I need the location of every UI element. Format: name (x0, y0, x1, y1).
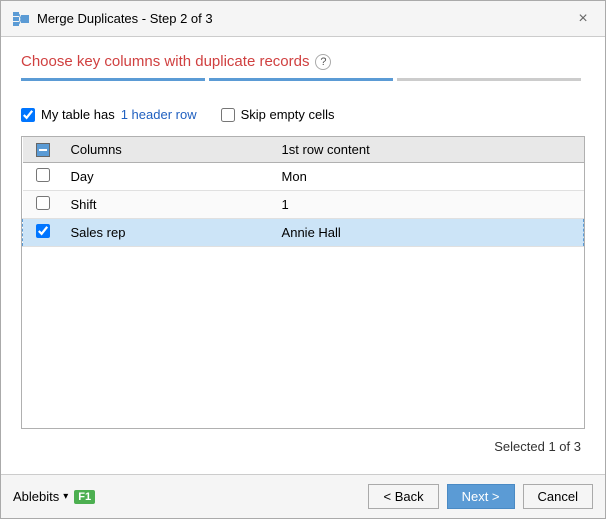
title-bar-left: Merge Duplicates - Step 2 of 3 (13, 11, 213, 27)
row-shift-checkbox[interactable] (36, 196, 50, 210)
table-header-checkbox-cell (23, 137, 63, 163)
header-row-checkbox[interactable] (21, 108, 35, 122)
back-button[interactable]: < Back (368, 484, 438, 509)
first-row-header: 1st row content (274, 137, 584, 163)
header-row-highlight: 1 header row (121, 107, 197, 122)
chevron-down-icon: ▾ (63, 491, 68, 502)
cancel-button[interactable]: Cancel (523, 484, 593, 509)
ablebits-label: Ablebits (13, 489, 59, 504)
help-icon[interactable]: ? (315, 54, 331, 70)
table-row-selected[interactable]: Sales rep Annie Hall (23, 219, 584, 247)
options-row: My table has 1 header row Skip empty cel… (21, 107, 585, 122)
row-shift-value: 1 (274, 191, 584, 219)
header-row-text: My table has (41, 107, 115, 122)
footer: Ablebits ▾ F1 < Back Next > Cancel (1, 474, 605, 518)
f1-badge[interactable]: F1 (74, 490, 95, 504)
status-row: Selected 1 of 3 (21, 439, 585, 454)
table-row[interactable]: Day Mon (23, 163, 584, 191)
merge-icon (13, 11, 29, 27)
footer-left: Ablebits ▾ F1 (13, 489, 95, 504)
close-button[interactable]: × (573, 9, 593, 29)
columns-header: Columns (63, 137, 274, 163)
main-content: Choose key columns with duplicate record… (1, 37, 605, 474)
columns-table-container: Columns 1st row content Day Mon (21, 136, 585, 429)
row-salesrep-checkbox[interactable] (36, 224, 50, 238)
table-header-row: Columns 1st row content (23, 137, 584, 163)
step-title: Choose key columns with duplicate record… (21, 53, 585, 70)
row-checkbox-cell (23, 163, 63, 191)
dialog-title: Merge Duplicates - Step 2 of 3 (37, 11, 213, 26)
skip-empty-text: Skip empty cells (241, 107, 335, 122)
header-indeterminate-checkbox[interactable] (36, 143, 50, 157)
header-row-label[interactable]: My table has 1 header row (21, 107, 197, 122)
columns-table: Columns 1st row content Day Mon (22, 137, 584, 247)
row-checkbox-cell (23, 191, 63, 219)
progress-seg-3 (397, 78, 581, 81)
row-shift-name: Shift (63, 191, 274, 219)
table-row[interactable]: Shift 1 (23, 191, 584, 219)
skip-empty-label[interactable]: Skip empty cells (221, 107, 335, 122)
row-day-checkbox[interactable] (36, 168, 50, 182)
step-header: Choose key columns with duplicate record… (21, 53, 585, 95)
row-salesrep-name: Sales rep (63, 219, 274, 247)
progress-seg-2 (209, 78, 393, 81)
row-checkbox-cell (23, 219, 63, 247)
step-title-text: Choose key columns with duplicate record… (21, 53, 309, 70)
progress-seg-1 (21, 78, 205, 81)
row-day-value: Mon (274, 163, 584, 191)
title-bar: Merge Duplicates - Step 2 of 3 × (1, 1, 605, 37)
footer-right: < Back Next > Cancel (368, 484, 593, 509)
row-salesrep-value: Annie Hall (274, 219, 584, 247)
row-day-name: Day (63, 163, 274, 191)
status-text: Selected 1 of 3 (494, 439, 581, 454)
merge-duplicates-dialog: Merge Duplicates - Step 2 of 3 × Choose … (0, 0, 606, 519)
skip-empty-checkbox[interactable] (221, 108, 235, 122)
ablebits-button[interactable]: Ablebits ▾ (13, 489, 68, 504)
progress-bar (21, 78, 585, 81)
next-button[interactable]: Next > (447, 484, 515, 509)
